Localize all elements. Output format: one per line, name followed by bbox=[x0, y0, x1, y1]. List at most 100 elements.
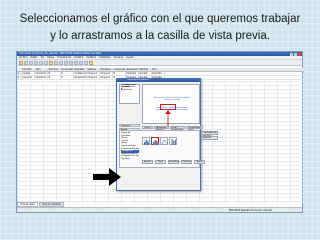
table-cell[interactable]: Repeticiones bbox=[74, 76, 87, 79]
population-pyramid-thumbnail[interactable] bbox=[169, 137, 177, 145]
table-cell[interactable]: Escala bbox=[139, 72, 152, 75]
column-header[interactable]: Etiqueta bbox=[74, 68, 87, 71]
close-icon[interactable] bbox=[298, 52, 301, 56]
dialog-footer: Aceptar Pegar Restablecer Cancelar Ayuda bbox=[142, 160, 205, 164]
minimize-icon[interactable] bbox=[290, 52, 293, 56]
column-header[interactable]: Alineación bbox=[126, 68, 139, 71]
print-icon[interactable] bbox=[29, 61, 33, 65]
menu-datos[interactable]: Datos bbox=[47, 56, 54, 59]
column-header[interactable]: Valores bbox=[87, 68, 100, 71]
table-cell[interactable]: 8 bbox=[48, 76, 61, 79]
gallery-tabs: Galería Elementos básicos ID de grupo/pu… bbox=[142, 126, 204, 131]
table-cell[interactable]: Numérico bbox=[35, 76, 48, 79]
variables-list[interactable]: Ciudad origen [ciudad] Repeticiones [rep… bbox=[119, 84, 140, 104]
dialog-recall-icon[interactable] bbox=[34, 61, 38, 65]
list-item[interactable]: Eje dual bbox=[121, 158, 139, 161]
insert-cases-icon[interactable] bbox=[64, 61, 68, 65]
pyramid-icon bbox=[171, 139, 177, 145]
histogram-simple-thumbnail[interactable] bbox=[142, 137, 150, 145]
table-cell[interactable]: Ninguno bbox=[87, 72, 100, 75]
ok-button[interactable]: Aceptar bbox=[142, 160, 153, 164]
histogram-stacked-thumbnail[interactable] bbox=[151, 137, 160, 145]
undo-icon[interactable] bbox=[39, 61, 43, 65]
reset-button[interactable]: Restablecer bbox=[168, 160, 180, 164]
column-header[interactable]: Perdidos bbox=[100, 68, 113, 71]
slide-title-line-1: Seleccionamos el gráfico con el que quer… bbox=[19, 13, 301, 25]
canvas-hint-secondary: O bien, pulse en la pestaña Elementos bá… bbox=[155, 108, 189, 112]
statusbar: IBM SPSS Statistics Processor está listo bbox=[17, 207, 302, 212]
chart-preview-canvas[interactable]: Arrastre aquí un gráfico de la galería p… bbox=[142, 84, 200, 126]
column-header[interactable]: Nombre bbox=[22, 68, 35, 71]
table-cell[interactable]: Numérico bbox=[35, 72, 48, 75]
find-icon[interactable] bbox=[59, 61, 63, 65]
table-cell[interactable]: Derecha bbox=[126, 72, 139, 75]
slide-title-line-2: y lo arrastramos a la casilla de vista p… bbox=[50, 30, 270, 42]
menu-graficos[interactable]: Gráficos bbox=[87, 56, 97, 59]
column-header[interactable]: Medida bbox=[139, 68, 152, 71]
chart-thumbnails bbox=[142, 137, 177, 146]
menu-ayuda[interactable]: Ayuda bbox=[126, 56, 133, 59]
drag-arrow-icon bbox=[165, 110, 171, 126]
pointer-arrow-icon bbox=[93, 168, 121, 186]
table-cell[interactable]: 0 bbox=[61, 76, 74, 79]
tab-titles-footnotes[interactable]: Títulos/Notas al pie bbox=[186, 126, 204, 131]
variables-icon[interactable] bbox=[54, 61, 58, 65]
table-cell[interactable]: 8 bbox=[48, 72, 61, 75]
menu-editar[interactable]: Editar bbox=[31, 56, 38, 59]
save-icon[interactable] bbox=[24, 61, 28, 65]
weight-cases-icon[interactable] bbox=[79, 61, 83, 65]
window-controls bbox=[290, 52, 302, 56]
cancel-button[interactable]: Cancelar bbox=[181, 160, 192, 164]
chart-options-button[interactable]: Opciones... bbox=[201, 136, 218, 140]
menu-analizar[interactable]: Analizar bbox=[74, 56, 83, 59]
help-footer-button[interactable]: Ayuda bbox=[194, 160, 205, 164]
variable-label: Repeticiones [repeticio] bbox=[122, 86, 135, 91]
element-properties-button[interactable]: Propiedades de elemento... bbox=[201, 131, 218, 137]
table-cell[interactable]: ciudad bbox=[22, 72, 35, 75]
chart-builder-dialog: Generador de gráficos Ciudad origen [ciu… bbox=[116, 78, 218, 191]
tab-basic-elements[interactable]: Elementos básicos bbox=[154, 126, 169, 131]
redo-icon[interactable] bbox=[44, 61, 48, 65]
polygon-icon bbox=[161, 139, 169, 146]
insert-variable-icon[interactable] bbox=[69, 61, 73, 65]
table-cell[interactable]: repeticio bbox=[22, 76, 35, 79]
list-item[interactable]: Repeticiones [repeticio] bbox=[120, 86, 139, 91]
table-cell[interactable]: Ninguno bbox=[100, 72, 113, 75]
menu-ver[interactable]: Ver bbox=[40, 56, 44, 59]
table-cell[interactable]: Ciudad origen bbox=[74, 72, 87, 75]
menu-utilidades[interactable]: Utilidades bbox=[99, 56, 110, 59]
slide-background: Seleccionamos el gráfico con el que quer… bbox=[0, 0, 320, 240]
menu-archivo[interactable]: Archivo bbox=[19, 56, 28, 59]
split-file-icon[interactable] bbox=[74, 61, 78, 65]
open-icon[interactable] bbox=[19, 61, 23, 65]
table-cell[interactable]: Entrada bbox=[152, 72, 165, 75]
element-properties-panel: Propiedades de elemento... Opciones... bbox=[201, 131, 218, 141]
chart-gallery: Elegir de: Favoritos Barras Líneas Áreas… bbox=[119, 130, 205, 168]
menu-transformar[interactable]: Transformar bbox=[57, 56, 71, 59]
dialog-title: Generador de gráficos bbox=[117, 79, 200, 82]
tab-gallery[interactable]: Galería bbox=[142, 126, 154, 129]
value-labels-icon[interactable] bbox=[89, 61, 93, 65]
select-cases-icon[interactable] bbox=[84, 61, 88, 65]
table-cell[interactable]: 0 bbox=[61, 72, 74, 75]
table-cell[interactable]: Ninguno bbox=[87, 76, 100, 79]
paste-button[interactable]: Pegar bbox=[155, 160, 166, 164]
chart-type-list[interactable]: Elegir de: Favoritos Barras Líneas Áreas… bbox=[121, 132, 139, 161]
column-header[interactable]: Decimales bbox=[61, 68, 74, 71]
tab-groups-points[interactable]: ID de grupo/punto bbox=[169, 126, 186, 131]
toolbar bbox=[17, 60, 302, 66]
column-header[interactable]: Columnas bbox=[113, 68, 126, 71]
column-header[interactable]: Tipo bbox=[35, 68, 48, 71]
maximize-icon[interactable] bbox=[294, 52, 297, 56]
histogram-curve-icon bbox=[152, 140, 160, 145]
slide-title: Seleccionamos el gráfico con el que quer… bbox=[6, 11, 314, 45]
frequency-polygon-thumbnail[interactable] bbox=[160, 137, 169, 146]
status-text: IBM SPSS Statistics Processor está listo bbox=[228, 209, 272, 212]
goto-case-icon[interactable] bbox=[49, 61, 53, 65]
column-header[interactable]: Anchura bbox=[48, 68, 61, 71]
table-cell[interactable]: Ninguno bbox=[100, 76, 113, 79]
menu-ventana[interactable]: Ventana bbox=[114, 56, 124, 59]
column-header[interactable]: Rol bbox=[152, 68, 165, 71]
table-cell[interactable]: 8 bbox=[113, 72, 126, 75]
options-button[interactable]: Opciones... bbox=[119, 124, 140, 127]
